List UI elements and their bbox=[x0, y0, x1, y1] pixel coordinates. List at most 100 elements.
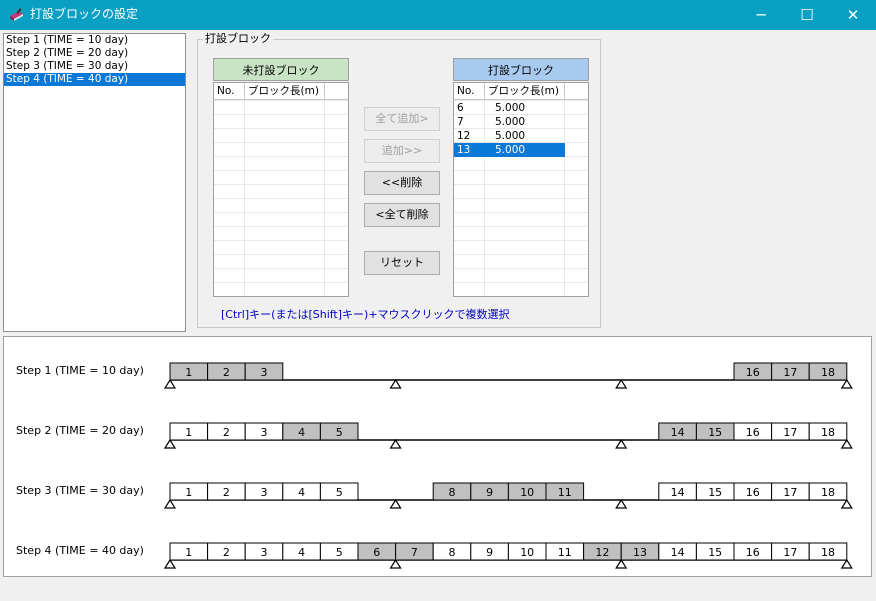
block-number: 9 bbox=[486, 486, 493, 499]
column-header-no[interactable]: No. bbox=[454, 83, 485, 99]
step-list[interactable]: Step 1 (TIME = 10 day) Step 2 (TIME = 20… bbox=[3, 33, 186, 332]
block-number: 4 bbox=[298, 486, 305, 499]
block-number: 6 bbox=[373, 546, 380, 559]
block-number: 3 bbox=[261, 426, 268, 439]
reset-button[interactable]: リセット bbox=[364, 251, 440, 275]
add-button[interactable]: 追加>> bbox=[364, 139, 440, 163]
step-label: Step 3 (TIME = 30 day) bbox=[16, 484, 144, 497]
block-number: 2 bbox=[223, 546, 230, 559]
remove-button[interactable]: <<削除 bbox=[364, 171, 440, 195]
step-list-item[interactable]: Step 2 (TIME = 20 day) bbox=[4, 47, 185, 60]
pencil-book-icon bbox=[10, 8, 23, 21]
cell-no: 7 bbox=[457, 116, 464, 128]
support-triangle-icon bbox=[163, 378, 177, 389]
cell-no: 13 bbox=[457, 144, 471, 156]
table-row[interactable]: 6 5.000 bbox=[454, 101, 565, 115]
block-number: 2 bbox=[223, 426, 230, 439]
cell-length: 5.000 bbox=[495, 130, 526, 142]
placed-caption: 打設ブロック bbox=[453, 58, 589, 81]
block-number: 7 bbox=[411, 546, 418, 559]
block-number: 2 bbox=[223, 366, 230, 379]
table-row-selected[interactable]: 13 5.000 bbox=[454, 143, 565, 157]
close-icon: ✕ bbox=[846, 6, 860, 24]
step-label: Step 2 (TIME = 20 day) bbox=[16, 424, 144, 437]
block-number: 9 bbox=[486, 546, 493, 559]
title-bar: 打設ブロックの設定 ─ ☐ ✕ bbox=[0, 0, 876, 30]
block-number: 13 bbox=[633, 546, 647, 559]
block-number: 3 bbox=[261, 366, 268, 379]
block-number: 8 bbox=[449, 546, 456, 559]
block-number: 16 bbox=[746, 426, 760, 439]
table-row[interactable]: 7 5.000 bbox=[454, 115, 565, 129]
block-number: 14 bbox=[671, 486, 685, 499]
column-header-empty bbox=[565, 83, 588, 99]
step-list-item[interactable]: Step 3 (TIME = 30 day) bbox=[4, 60, 185, 73]
step-label: Step 4 (TIME = 40 day) bbox=[16, 544, 144, 557]
window-title: 打設ブロックの設定 bbox=[30, 7, 139, 21]
block-number: 10 bbox=[520, 486, 534, 499]
block-diagram-panel: Step 1 (TIME = 10 day) 1 2 3 16 17 18 Step 2 (T… bbox=[3, 336, 872, 577]
block-number: 12 bbox=[595, 546, 609, 559]
block-number: 16 bbox=[746, 486, 760, 499]
block-number: 14 bbox=[671, 546, 685, 559]
multi-select-hint: [Ctrl]キー(または[Shift]キー)+マウスクリックで複数選択 bbox=[221, 308, 510, 321]
block-number: 1 bbox=[185, 546, 192, 559]
block-number: 5 bbox=[336, 486, 343, 499]
column-header-length[interactable]: ブロック長(m) bbox=[245, 83, 325, 99]
block-number: 8 bbox=[449, 486, 456, 499]
support-triangle-icon bbox=[840, 498, 853, 509]
support-triangle-icon bbox=[840, 378, 853, 389]
block-number: 14 bbox=[671, 426, 685, 439]
support-triangle-icon bbox=[389, 498, 402, 509]
block-number: 3 bbox=[261, 486, 268, 499]
block-number: 4 bbox=[298, 546, 305, 559]
block-number: 17 bbox=[783, 366, 797, 379]
step-list-item[interactable]: Step 1 (TIME = 10 day) bbox=[4, 34, 185, 47]
grid-line bbox=[324, 100, 325, 296]
block-number: 4 bbox=[298, 426, 305, 439]
placed-list[interactable]: No. ブロック長(m) 6 5.000 7 5.000 12 5.000 13… bbox=[453, 82, 589, 297]
groupbox-label: 打設ブロック bbox=[203, 32, 273, 46]
close-button[interactable]: ✕ bbox=[830, 0, 876, 30]
maximize-icon: ☐ bbox=[800, 6, 814, 24]
support-triangle-icon bbox=[615, 378, 628, 389]
block-number: 17 bbox=[783, 486, 797, 499]
block-number: 16 bbox=[746, 546, 760, 559]
column-header-empty bbox=[325, 83, 348, 99]
block-number: 15 bbox=[708, 546, 722, 559]
maximize-button[interactable]: ☐ bbox=[784, 0, 830, 30]
block-number: 1 bbox=[185, 486, 192, 499]
block-number: 5 bbox=[336, 546, 343, 559]
minimize-button[interactable]: ─ bbox=[738, 0, 784, 30]
block-number: 5 bbox=[336, 426, 343, 439]
unplaced-list[interactable]: No. ブロック長(m) bbox=[213, 82, 349, 297]
support-triangle-icon bbox=[615, 498, 628, 509]
support-triangle-icon bbox=[163, 498, 177, 509]
cell-length: 5.000 bbox=[495, 102, 526, 114]
column-header-no[interactable]: No. bbox=[214, 83, 245, 99]
cell-no: 6 bbox=[457, 102, 464, 114]
remove-all-button[interactable]: <全て削除 bbox=[364, 203, 440, 227]
block-number: 15 bbox=[708, 486, 722, 499]
support-triangle-icon bbox=[163, 558, 177, 569]
cell-length: 5.000 bbox=[495, 116, 526, 128]
step-list-item-selected[interactable]: Step 4 (TIME = 40 day) bbox=[4, 73, 185, 86]
block-number: 10 bbox=[520, 546, 534, 559]
block-number: 16 bbox=[746, 366, 760, 379]
block-number: 15 bbox=[708, 426, 722, 439]
block-diagram: Step 1 (TIME = 10 day) 1 2 3 16 17 18Step 2 (T… bbox=[16, 362, 853, 569]
block-number: 11 bbox=[558, 486, 572, 499]
list-grid bbox=[214, 100, 348, 296]
support-triangle-icon bbox=[389, 378, 402, 389]
add-all-button[interactable]: 全て追加> bbox=[364, 107, 440, 131]
support-triangle-icon bbox=[615, 438, 628, 449]
block-number: 2 bbox=[223, 486, 230, 499]
cell-length: 5.000 bbox=[495, 144, 526, 156]
support-triangle-icon bbox=[615, 558, 628, 569]
block-number: 1 bbox=[185, 426, 192, 439]
grid-line bbox=[244, 100, 245, 296]
cell-no: 12 bbox=[457, 130, 471, 142]
block-number: 18 bbox=[821, 366, 835, 379]
column-header-length[interactable]: ブロック長(m) bbox=[485, 83, 565, 99]
table-row[interactable]: 12 5.000 bbox=[454, 129, 565, 143]
